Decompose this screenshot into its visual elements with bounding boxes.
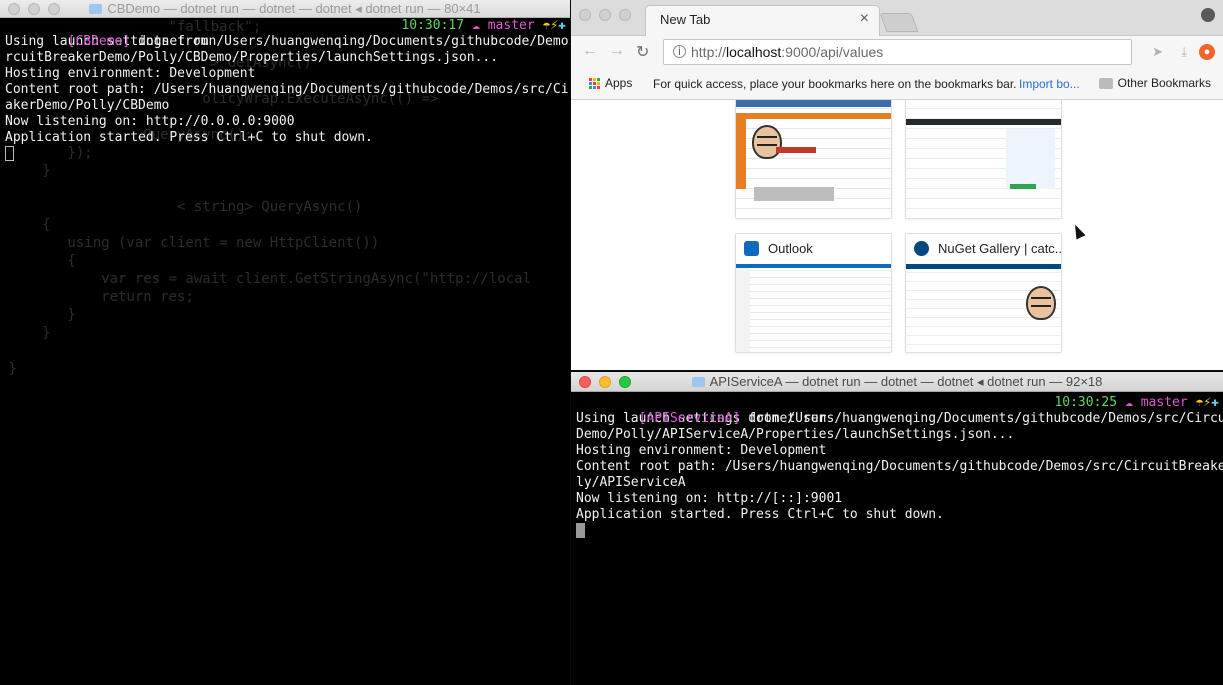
prompt-tag: [APIServiceA] — [638, 411, 741, 426]
address-bar[interactable]: i http://localhost:9000/api/values — [663, 39, 1132, 65]
bolt-icon: ⚡ — [1203, 395, 1212, 410]
prompt-time: 10:30:25 — [1054, 395, 1118, 410]
tile-title: NuGet Gallery | catc... — [938, 241, 1062, 256]
ghost-code-line: } — [0, 307, 76, 323]
minimize-button[interactable] — [599, 9, 611, 21]
apps-label: Apps — [605, 76, 633, 90]
left-terminal-title: CBDemo — dotnet run — dotnet — dotnet ◂ … — [107, 1, 481, 16]
bookmarks-bar: Apps For quick access, place your bookma… — [571, 68, 1223, 100]
ghost-code-line: < string> QueryAsync() — [0, 199, 363, 215]
ghost-code-line: using (var client = new HttpClient()) — [0, 235, 380, 251]
left-terminal-window[interactable]: CBDemo — dotnet run — dotnet — dotnet ◂ … — [0, 0, 570, 685]
output-line: akerDemo/Polly/CBDemo — [5, 98, 170, 113]
terminal-cursor — [576, 523, 585, 538]
plus-icon: ✚ — [1211, 395, 1219, 410]
apps-shortcut[interactable]: Apps — [589, 76, 632, 90]
import-bookmarks-link[interactable]: Import bo... — [1019, 77, 1080, 91]
output-line: Now listening on: http://[::]:9001 — [576, 491, 843, 506]
nuget-icon — [914, 241, 929, 256]
left-terminal-titlebar[interactable]: CBDemo — dotnet run — dotnet — dotnet ◂ … — [0, 0, 570, 18]
browser-toolbar: ← → ↻ i http://localhost:9000/api/values… — [571, 36, 1223, 68]
folder-icon — [89, 4, 103, 14]
apps-grid-icon — [589, 77, 600, 89]
browser-tab-strip[interactable]: New Tab × — [571, 0, 1223, 36]
bolt-icon: ⚡ — [550, 18, 559, 33]
command-text: dotnet run — [740, 411, 827, 426]
reload-icon[interactable]: ↻ — [636, 42, 649, 62]
right-terminal-content[interactable]: [APIServiceA] dotnet run 10:30:25 ☁ maste… — [571, 392, 1223, 685]
output-line: Demo/Polly/APIServiceA/Properties/launch… — [576, 427, 1015, 442]
tile-title: Outlook — [768, 241, 813, 256]
new-tab-page: Outlook NuGet Gallery | catc... — [571, 100, 1223, 370]
output-line: Hosting environment: Development — [576, 443, 827, 458]
close-button[interactable] — [579, 9, 591, 21]
url-scheme: http:// — [691, 44, 727, 60]
zoom-button[interactable] — [619, 9, 631, 21]
extension-download-icon[interactable]: ⤓ — [1181, 44, 1187, 60]
url-path: :9000/api/values — [781, 44, 884, 60]
url-host: localhost — [726, 44, 782, 60]
most-visited-tile[interactable] — [905, 100, 1062, 219]
ghost-code-line: } — [0, 361, 17, 377]
prompt-time: 10:30:17 — [401, 18, 465, 33]
ghost-code-line: var res = await client.GetStringAsync("h… — [0, 271, 532, 287]
outlook-icon — [744, 241, 759, 256]
git-branch-icon: ☁ — [1125, 395, 1133, 410]
folder-icon — [691, 377, 705, 387]
output-line: ly/APIServiceA — [576, 475, 686, 490]
ghost-code-line — [0, 180, 570, 198]
tile-thumbnail — [736, 100, 891, 218]
ghost-code-line: } — [0, 163, 51, 179]
profile-icon[interactable] — [1201, 8, 1215, 22]
most-visited-tile-outlook[interactable]: Outlook — [735, 233, 892, 353]
output-line: Hosting environment: Development — [5, 66, 256, 81]
extension-send-icon[interactable]: ➤ — [1152, 44, 1163, 60]
new-tab-button[interactable] — [879, 13, 919, 32]
forward-arrow-icon[interactable]: → — [609, 42, 625, 60]
prompt-tag: [CBDemo] — [67, 34, 131, 49]
other-bookmarks[interactable]: Other Bookmarks — [1098, 76, 1211, 90]
tile-thumbnail — [906, 100, 1061, 218]
output-line: Application started. Press Ctrl+C to shu… — [576, 507, 944, 522]
plus-icon: ✚ — [558, 18, 566, 33]
output-line: Now listening on: http://0.0.0.0:9000 — [5, 114, 295, 129]
prompt-line: [CBDemo] dotnet run 10:30:17 ☁ master ☂⚡✚ — [5, 18, 566, 49]
tile-thumbnail — [906, 264, 1061, 352]
prompt-line: [APIServiceA] dotnet run 10:30:25 ☁ maste… — [576, 395, 1219, 426]
other-bookmarks-label: Other Bookmarks — [1117, 76, 1211, 90]
terminal-cursor — [5, 146, 14, 161]
right-terminal-titlebar[interactable]: APIServiceA — dotnet run — dotnet — dotn… — [571, 372, 1223, 392]
right-terminal-title: APIServiceA — dotnet run — dotnet — dotn… — [709, 374, 1103, 389]
output-line: Application started. Press Ctrl+C to shu… — [5, 130, 373, 145]
right-terminal-window[interactable]: APIServiceA — dotnet run — dotnet — dotn… — [571, 372, 1223, 685]
extension-record-icon[interactable]: ● — [1199, 44, 1215, 60]
ghost-code-line: } — [0, 325, 51, 341]
most-visited-tile[interactable] — [735, 100, 892, 219]
browser-window[interactable]: New Tab × ← → ↻ i http://localhost:9000/… — [571, 0, 1223, 370]
bookmarks-hint: For quick access, place your bookmarks h… — [653, 77, 1017, 91]
close-icon[interactable]: × — [860, 10, 869, 28]
ghost-code-line — [0, 342, 570, 360]
info-icon[interactable]: i — [673, 45, 686, 58]
tab-title: New Tab — [660, 12, 711, 27]
folder-icon — [1098, 77, 1113, 89]
git-branch-icon: ☁ — [472, 18, 480, 33]
git-branch: master — [487, 18, 535, 33]
back-arrow-icon[interactable]: ← — [582, 42, 598, 60]
ghost-code-line: { — [0, 253, 76, 269]
git-branch: master — [1140, 395, 1188, 410]
ghost-code-line: { — [0, 217, 51, 233]
output-line: Content root path: /Users/huangwenqing/D… — [5, 82, 570, 97]
most-visited-tile-nuget[interactable]: NuGet Gallery | catc... — [905, 233, 1062, 353]
left-terminal-content[interactable]: "fallback"; > GetAsync() olicyWrap.Execu… — [0, 18, 570, 685]
output-line: Content root path: /Users/huangwenqing/D… — [576, 459, 1223, 474]
ghost-code-line: return res; — [0, 289, 194, 305]
output-line: rcuitBreakerDemo/Polly/CBDemo/Properties… — [5, 50, 499, 65]
command-text: dotnet run — [130, 34, 217, 49]
tile-thumbnail — [736, 264, 891, 352]
mouse-pointer-icon — [1070, 222, 1086, 240]
tab-new-tab[interactable]: New Tab × — [645, 5, 880, 36]
